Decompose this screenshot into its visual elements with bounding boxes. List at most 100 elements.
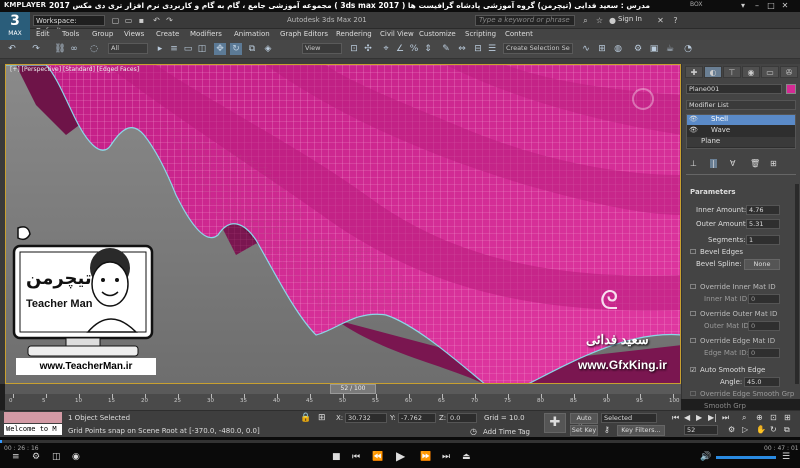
menu-customize[interactable]: Customize [419,29,456,40]
override-smooth-checkbox[interactable]: ☐ [690,390,696,398]
goto-end-icon[interactable]: ⏭ [722,413,729,423]
current-frame-input[interactable]: 52 [684,425,718,435]
menu-civil-view[interactable]: Civil View [380,29,414,40]
menu-create[interactable]: Create [156,29,179,40]
select-by-name-icon[interactable]: ≡ [168,43,180,55]
bevel-edges-checkbox[interactable]: ☐ [690,248,696,256]
redo-small-icon[interactable]: ↷ [164,15,175,26]
menu-views[interactable]: Views [124,29,144,40]
reference-coord-dropdown[interactable]: View [302,43,342,54]
viewport-label[interactable]: [+] [Perspective] [Standard] [Edged Face… [10,66,139,73]
undo-small-icon[interactable]: ↶ [151,15,162,26]
select-object-icon[interactable]: ▸ [154,43,166,55]
pin-stack-icon[interactable]: ⊥ [690,159,697,168]
zoom-extents-icon[interactable]: ⊡ [770,413,777,422]
play-icon[interactable]: ▶ [396,449,405,463]
viewcube-icon[interactable] [632,88,654,110]
playlist-icon[interactable]: ≡ [12,452,20,462]
settings-icon[interactable]: ⚙ [32,452,40,462]
snap-toggle-icon[interactable]: ⌖ [380,43,392,55]
angle-snap-icon[interactable]: ∠ [394,43,406,55]
lock-selection-icon[interactable]: 🔒 [300,413,311,423]
menu-tools[interactable]: Tools [62,29,79,40]
mirror-icon[interactable]: ⇔ [456,43,468,55]
angle-input[interactable]: 45.0 [744,377,780,387]
material-editor-icon[interactable]: ◍ [612,43,624,55]
next-frame-icon[interactable]: ▶| [708,413,717,422]
pin-icon[interactable]: ▾ [738,1,748,11]
pivot-center-icon[interactable]: ⊡ [348,43,360,55]
render-production-icon[interactable]: ☕ [664,43,676,55]
selection-filter-dropdown[interactable]: All [108,43,148,54]
video-progress-bar[interactable] [0,440,800,443]
max-app-button[interactable]: 3 MAX [0,12,30,40]
render-iterative-icon[interactable]: ◔ [682,43,694,55]
maximize-viewport-icon[interactable]: ⧉ [784,425,790,435]
override-outer-checkbox[interactable]: ☐ [690,310,696,318]
segments-input[interactable]: 1 [746,235,780,245]
modify-tab-icon[interactable]: ◐ [704,66,722,78]
star-icon[interactable]: ☆ [594,15,605,26]
set-key-mode-button[interactable]: Set Key [570,425,598,436]
modifier-list-dropdown[interactable]: Modifier List [686,100,796,110]
fast-forward-icon[interactable]: ⏩ [420,452,431,462]
volume-slider[interactable] [716,456,776,459]
menu-rendering[interactable]: Rendering [336,29,372,40]
bind-spacewarp-icon[interactable]: ◌ [88,43,100,55]
zoom-icon[interactable]: ⌕ [742,413,746,423]
configure-sets-icon[interactable]: ⊞ [770,159,777,168]
move-icon[interactable]: ✥ [214,43,226,55]
fov-icon[interactable]: ▷ [742,425,748,434]
prev-frame-icon[interactable]: ◀ [684,413,690,422]
placement-icon[interactable]: ◈ [262,43,274,55]
inner-mat-id-input[interactable]: 0 [748,294,780,304]
eye-icon[interactable]: 👁 [689,115,698,123]
new-file-icon[interactable]: ▢ [110,15,121,26]
create-selection-set-dropdown[interactable]: Create Selection Se [503,43,573,54]
redo-icon[interactable]: ↷ [30,43,42,55]
schematic-view-icon[interactable]: ⊞ [596,43,608,55]
auto-smooth-checkbox[interactable]: ☑ [690,366,696,374]
panel-scrollbar[interactable] [795,184,799,384]
time-slider-thumb[interactable]: 52 / 100 [330,384,376,394]
minimize-icon[interactable]: – [752,1,762,11]
capture-icon[interactable]: ◉ [72,452,80,462]
x-coordinate-input[interactable]: 30.732 [345,413,387,423]
override-edge-checkbox[interactable]: ☐ [690,337,696,345]
y-coordinate-input[interactable]: -7.762 [398,413,436,423]
create-tab-icon[interactable]: ✚ [685,66,703,78]
rollout-parameters-title[interactable]: Parameters [690,188,736,196]
maxscript-mini-listener[interactable]: Welcome to M [4,424,62,435]
align-icon[interactable]: ⊟ [472,43,484,55]
time-tag-icon[interactable]: ◷ [470,427,477,436]
rendered-frame-icon[interactable]: ▣ [648,43,660,55]
link-icon[interactable]: ⛓ [54,43,66,55]
window-crossing-icon[interactable]: ◫ [196,43,208,55]
time-config-icon[interactable]: ⚙ [728,425,735,434]
scale-icon[interactable]: ⧉ [246,43,258,55]
next-icon[interactable]: ⏭ [442,452,450,462]
undo-icon[interactable]: ↶ [6,43,18,55]
outer-mat-id-input[interactable]: 0 [748,321,780,331]
save-file-icon[interactable]: ▪ [136,15,147,26]
percent-snap-icon[interactable]: % [408,43,420,55]
stack-item-wave[interactable]: 👁 Wave [687,126,795,136]
bevel-spline-button[interactable]: None [744,259,780,270]
set-key-icon[interactable]: ✚ [544,413,566,433]
unlink-icon[interactable]: ∞ [68,43,80,55]
layer-explorer-icon[interactable]: ☰ [486,43,498,55]
user-icon[interactable]: ● [607,15,618,26]
menu-content[interactable]: Content [505,29,533,40]
search-icon[interactable]: ⌕ [580,15,591,26]
menu-scripting[interactable]: Scripting [465,29,496,40]
rewind-icon[interactable]: ⏪ [372,452,383,462]
menu-edit[interactable]: Edit [36,29,50,40]
workspace-dropdown[interactable]: Workspace: Default [33,15,105,35]
object-color-swatch[interactable] [786,84,796,94]
play-anim-icon[interactable]: ▶ [696,413,702,422]
stack-item-shell[interactable]: 👁 Shell [687,115,795,125]
render-setup-icon[interactable]: ⚙ [632,43,644,55]
sign-in-button[interactable]: Sign In [618,15,642,23]
menu-group[interactable]: Group [92,29,113,40]
spinner-snap-icon[interactable]: ⇕ [422,43,434,55]
